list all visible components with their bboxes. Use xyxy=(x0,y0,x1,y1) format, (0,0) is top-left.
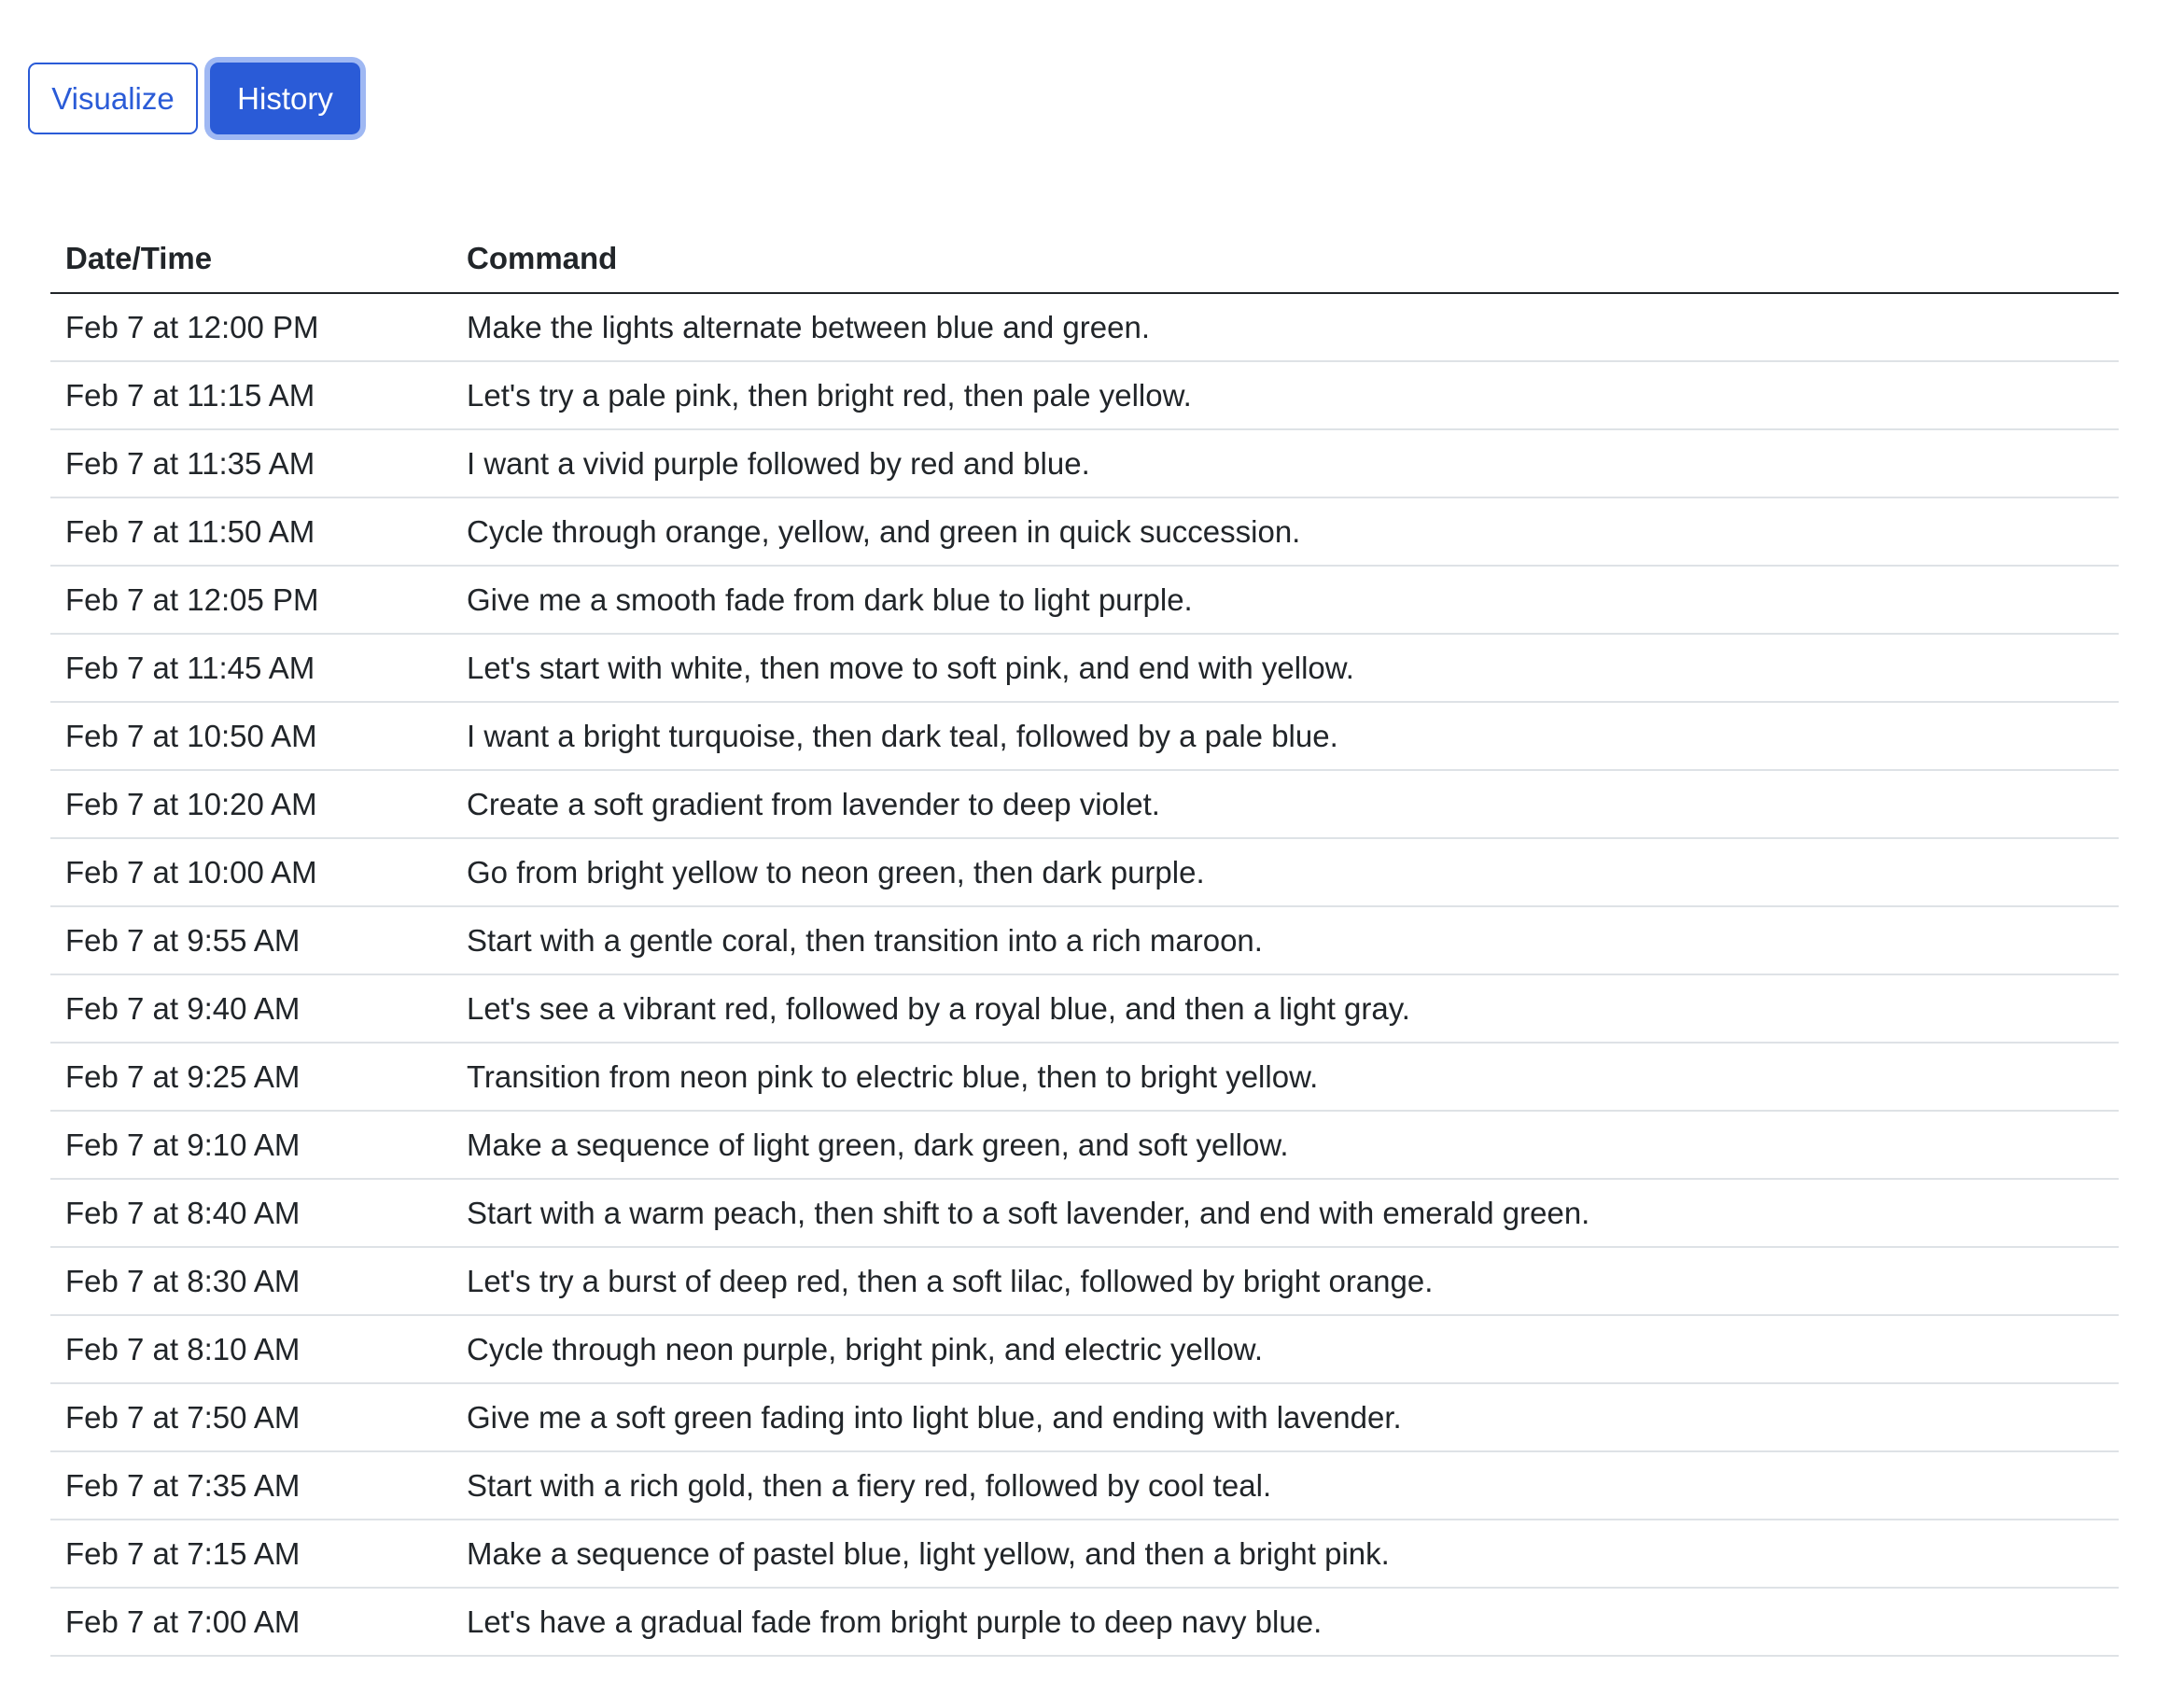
row-command: Start with a warm peach, then shift to a… xyxy=(452,1179,2119,1248)
row-command: Transition from neon pink to electric bl… xyxy=(452,1043,2119,1112)
row-command: Let's try a burst of deep red, then a so… xyxy=(452,1247,2119,1316)
row-command: Make a sequence of light green, dark gre… xyxy=(452,1111,2119,1180)
row-datetime: Feb 7 at 11:15 AM xyxy=(50,361,452,430)
table-row: Feb 7 at 12:00 PM Make the lights alterna… xyxy=(50,293,2119,362)
row-datetime: Feb 7 at 8:10 AM xyxy=(50,1315,452,1384)
row-datetime: Feb 7 at 11:50 AM xyxy=(50,497,452,567)
history-table: Date/Time Command Feb 7 at 12:00 PM Make … xyxy=(50,224,2119,1657)
row-datetime: Feb 7 at 7:50 AM xyxy=(50,1383,452,1452)
table-row: Feb 7 at 11:35 AM I want a vivid purple f… xyxy=(50,429,2119,498)
table-row: Feb 7 at 9:55 AM Start with a gentle cora… xyxy=(50,906,2119,975)
row-datetime: Feb 7 at 10:50 AM xyxy=(50,702,452,771)
row-datetime: Feb 7 at 8:40 AM xyxy=(50,1179,452,1248)
view-tabs: Visualize History xyxy=(28,63,360,134)
row-datetime: Feb 7 at 9:40 AM xyxy=(50,974,452,1044)
table-row: Feb 7 at 11:15 AM Let's try a pale pink, … xyxy=(50,361,2119,430)
table-row: Feb 7 at 7:50 AM Give me a soft green fad… xyxy=(50,1383,2119,1452)
table-row: Feb 7 at 11:50 AM Cycle through orange, y… xyxy=(50,497,2119,567)
row-datetime: Feb 7 at 9:55 AM xyxy=(50,906,452,975)
row-datetime: Feb 7 at 7:00 AM xyxy=(50,1588,452,1657)
row-command: Let's have a gradual fade from bright pu… xyxy=(452,1588,2119,1657)
datetime-column-header: Date/Time xyxy=(50,224,452,294)
row-command: Make a sequence of pastel blue, light ye… xyxy=(452,1520,2119,1589)
table-row: Feb 7 at 7:35 AM Start with a rich gold, … xyxy=(50,1451,2119,1520)
history-table-body: Feb 7 at 12:00 PM Make the lights alterna… xyxy=(50,293,2119,1657)
table-row: Feb 7 at 9:25 AM Transition from neon pin… xyxy=(50,1043,2119,1112)
row-command: Cycle through orange, yellow, and green … xyxy=(452,497,2119,567)
table-row: Feb 7 at 8:10 AM Cycle through neon purpl… xyxy=(50,1315,2119,1384)
row-datetime: Feb 7 at 10:00 AM xyxy=(50,838,452,907)
table-row: Feb 7 at 7:15 AM Make a sequence of paste… xyxy=(50,1520,2119,1589)
row-command: Give me a soft green fading into light b… xyxy=(452,1383,2119,1452)
row-datetime: Feb 7 at 10:20 AM xyxy=(50,770,452,839)
table-row: Feb 7 at 10:20 AM Create a soft gradient … xyxy=(50,770,2119,839)
row-command: Let's start with white, then move to sof… xyxy=(452,634,2119,703)
table-row: Feb 7 at 10:50 AM I want a bright turquoi… xyxy=(50,702,2119,771)
table-row: Feb 7 at 12:05 PM Give me a smooth fade f… xyxy=(50,566,2119,635)
history-button[interactable]: History xyxy=(210,63,360,134)
command-column-header: Command xyxy=(452,224,2119,294)
row-command: Start with a gentle coral, then transiti… xyxy=(452,906,2119,975)
row-command: Start with a rich gold, then a fiery red… xyxy=(452,1451,2119,1520)
row-command: Create a soft gradient from lavender to … xyxy=(452,770,2119,839)
history-table-header: Date/Time Command xyxy=(50,224,2119,294)
row-datetime: Feb 7 at 8:30 AM xyxy=(50,1247,452,1316)
row-datetime: Feb 7 at 7:15 AM xyxy=(50,1520,452,1589)
row-command: Cycle through neon purple, bright pink, … xyxy=(452,1315,2119,1384)
row-command: Go from bright yellow to neon green, the… xyxy=(452,838,2119,907)
table-row: Feb 7 at 10:00 AM Go from bright yellow t… xyxy=(50,838,2119,907)
row-datetime: Feb 7 at 7:35 AM xyxy=(50,1451,452,1520)
table-row: Feb 7 at 8:30 AM Let's try a burst of dee… xyxy=(50,1247,2119,1316)
table-row: Feb 7 at 9:40 AM Let's see a vibrant red,… xyxy=(50,974,2119,1044)
row-datetime: Feb 7 at 12:05 PM xyxy=(50,566,452,635)
row-datetime: Feb 7 at 11:45 AM xyxy=(50,634,452,703)
row-command: I want a bright turquoise, then dark tea… xyxy=(452,702,2119,771)
visualize-button[interactable]: Visualize xyxy=(28,63,198,134)
row-datetime: Feb 7 at 9:25 AM xyxy=(50,1043,452,1112)
header-row: Date/Time Command xyxy=(50,224,2119,294)
table-row: Feb 7 at 9:10 AM Make a sequence of light… xyxy=(50,1111,2119,1180)
table-row: Feb 7 at 8:40 AM Start with a warm peach,… xyxy=(50,1179,2119,1248)
row-command: Make the lights alternate between blue a… xyxy=(452,293,2119,362)
table-row: Feb 7 at 11:45 AM Let's start with white,… xyxy=(50,634,2119,703)
row-command: I want a vivid purple followed by red an… xyxy=(452,429,2119,498)
page: Visualize History Date/Time Command Feb … xyxy=(0,0,2184,1695)
row-command: Let's try a pale pink, then bright red, … xyxy=(452,361,2119,430)
row-command: Let's see a vibrant red, followed by a r… xyxy=(452,974,2119,1044)
row-command: Give me a smooth fade from dark blue to … xyxy=(452,566,2119,635)
row-datetime: Feb 7 at 9:10 AM xyxy=(50,1111,452,1180)
table-row: Feb 7 at 7:00 AM Let's have a gradual fad… xyxy=(50,1588,2119,1657)
row-datetime: Feb 7 at 11:35 AM xyxy=(50,429,452,498)
row-datetime: Feb 7 at 12:00 PM xyxy=(50,293,452,362)
